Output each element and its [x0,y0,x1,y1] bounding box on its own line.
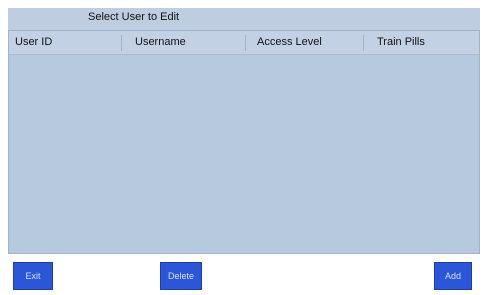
table-body[interactable] [9,55,479,253]
add-button[interactable]: Add [434,262,472,290]
table-header: User ID Username Access Level Train Pill… [9,31,479,55]
column-header-access-level[interactable]: Access Level [257,36,322,48]
column-divider [245,35,246,51]
exit-button[interactable]: Exit [13,262,53,290]
column-divider [363,35,364,51]
dialog-title: Select User to Edit [88,11,180,23]
column-header-user-id[interactable]: User ID [15,36,52,48]
delete-button[interactable]: Delete [160,262,202,290]
column-header-train-pills[interactable]: Train Pills [377,36,425,48]
user-table[interactable]: User ID Username Access Level Train Pill… [8,30,480,254]
column-header-username[interactable]: Username [135,36,186,48]
title-bar: Select User to Edit [8,8,480,30]
column-divider [121,35,122,51]
